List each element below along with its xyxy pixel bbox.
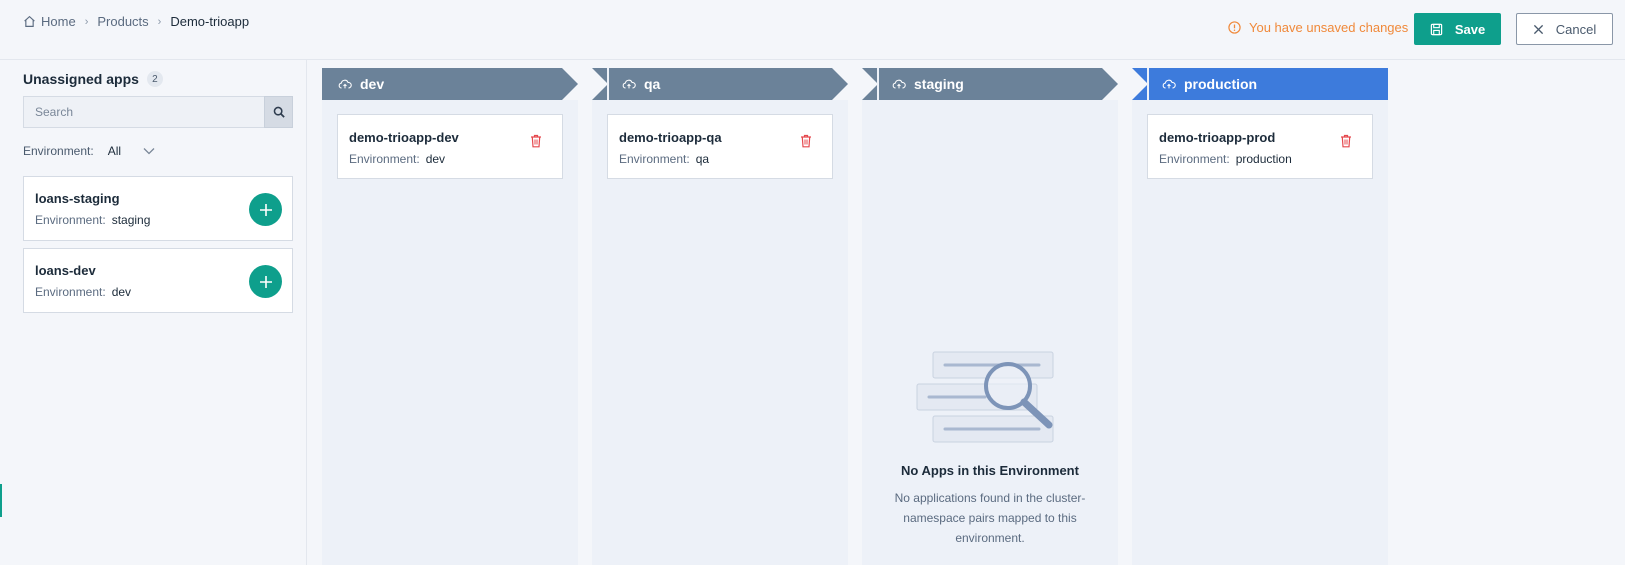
- chevron-right-icon: ›: [84, 15, 89, 28]
- unassigned-app-card[interactable]: loans-staging Environment: staging: [23, 176, 293, 241]
- app-environment: Environment: dev: [35, 285, 131, 299]
- plus-icon: [259, 203, 272, 216]
- app-name: loans-staging: [35, 191, 120, 206]
- close-icon: [1533, 24, 1543, 34]
- stage-column-qa: demo-trioapp-qa Environment: qa: [592, 100, 848, 565]
- trash-icon[interactable]: [530, 134, 542, 148]
- trash-icon[interactable]: [800, 134, 812, 148]
- stage-app-card[interactable]: demo-trioapp-qa Environment: qa: [607, 114, 833, 179]
- app-environment-value: production: [1235, 152, 1292, 166]
- app-environment-label: Environment:: [1159, 152, 1230, 166]
- no-results-illustration: [916, 351, 1054, 443]
- environment-filter-label: Environment:: [23, 144, 94, 158]
- chevron-down-icon: [143, 148, 155, 155]
- cloud-upload-icon: [892, 79, 906, 89]
- plus-icon: [259, 275, 272, 288]
- stage-label: staging: [914, 76, 964, 92]
- edge-indicator: [0, 484, 2, 517]
- stage-label: production: [1184, 76, 1258, 92]
- breadcrumb: Home › Products › Demo-trioapp: [23, 14, 249, 29]
- stage-column-staging: No Apps in this Environment No applicati…: [862, 100, 1118, 565]
- cloud-upload-icon: [622, 79, 636, 89]
- empty-state: No Apps in this Environment No applicati…: [862, 350, 1118, 548]
- search-input[interactable]: [23, 96, 264, 128]
- cancel-button-label: Cancel: [1555, 21, 1597, 37]
- environment-filter-value: All: [107, 144, 122, 158]
- app-environment-value: dev: [111, 285, 132, 299]
- cancel-button[interactable]: Cancel: [1516, 13, 1613, 45]
- app-environment: Environment: production: [1159, 152, 1292, 166]
- home-icon: [24, 15, 35, 27]
- stage-label: qa: [644, 76, 661, 92]
- empty-state-title: No Apps in this Environment: [901, 463, 1079, 478]
- app-environment-label: Environment:: [35, 285, 106, 299]
- stage-column-production: demo-trioapp-prod Environment: production: [1132, 100, 1388, 565]
- chevron-right-icon: ›: [157, 15, 162, 28]
- app-name: demo-trioapp-qa: [619, 130, 722, 145]
- empty-state-description: No applications found in the cluster-nam…: [894, 491, 1086, 545]
- app-environment-value: staging: [111, 213, 151, 227]
- environment-filter[interactable]: Environment: All: [23, 144, 155, 158]
- save-button-label: Save: [1454, 21, 1486, 37]
- app-environment-label: Environment:: [619, 152, 690, 166]
- unassigned-apps-title: Unassigned apps: [23, 71, 139, 87]
- unassigned-apps-heading: Unassigned apps 2: [23, 71, 163, 87]
- unsaved-changes-text: You have unsaved changes: [1249, 20, 1409, 35]
- stage-app-card[interactable]: demo-trioapp-dev Environment: dev: [337, 114, 563, 179]
- cloud-upload-icon: [1162, 79, 1176, 89]
- search-box: [23, 96, 293, 128]
- breadcrumb-products[interactable]: Products: [97, 14, 148, 29]
- warning-circle-icon: [1228, 21, 1241, 34]
- unsaved-changes-notice: You have unsaved changes: [1228, 20, 1408, 35]
- app-name: demo-trioapp-dev: [349, 130, 459, 145]
- trash-icon[interactable]: [1340, 134, 1352, 148]
- stage-column-dev: demo-trioapp-dev Environment: dev: [322, 100, 578, 565]
- app-name: loans-dev: [35, 263, 96, 278]
- app-environment-value: dev: [425, 152, 446, 166]
- unassigned-app-card[interactable]: loans-dev Environment: dev: [23, 248, 293, 313]
- stage-app-card[interactable]: demo-trioapp-prod Environment: production: [1147, 114, 1373, 179]
- unassigned-apps-panel: Unassigned apps 2 Environment: All loans…: [0, 60, 307, 565]
- unassigned-count-badge: 2: [146, 71, 163, 87]
- add-app-button[interactable]: [249, 265, 282, 298]
- stage-header-dev: dev: [322, 68, 578, 100]
- app-environment: Environment: dev: [349, 152, 445, 166]
- breadcrumb-home[interactable]: Home: [23, 14, 76, 29]
- stage-header-qa: qa: [592, 68, 848, 100]
- save-button[interactable]: Save: [1414, 13, 1501, 45]
- search-icon: [273, 106, 285, 118]
- search-button[interactable]: [264, 96, 293, 128]
- stage-label: dev: [360, 76, 385, 92]
- breadcrumb-home-label: Home: [41, 14, 76, 29]
- app-environment-label: Environment:: [349, 152, 420, 166]
- stage-header-staging: staging: [862, 68, 1118, 100]
- app-name: demo-trioapp-prod: [1159, 130, 1276, 145]
- top-bar: Home › Products › Demo-trioapp You have …: [0, 0, 1625, 60]
- app-environment: Environment: staging: [35, 213, 150, 227]
- breadcrumb-current: Demo-trioapp: [170, 14, 250, 29]
- stage-header-production: production: [1132, 68, 1388, 100]
- save-icon: [1430, 23, 1443, 35]
- add-app-button[interactable]: [249, 193, 282, 226]
- app-environment-value: qa: [695, 152, 710, 166]
- cloud-upload-icon: [338, 79, 352, 89]
- app-environment: Environment: qa: [619, 152, 709, 166]
- app-environment-label: Environment:: [35, 213, 106, 227]
